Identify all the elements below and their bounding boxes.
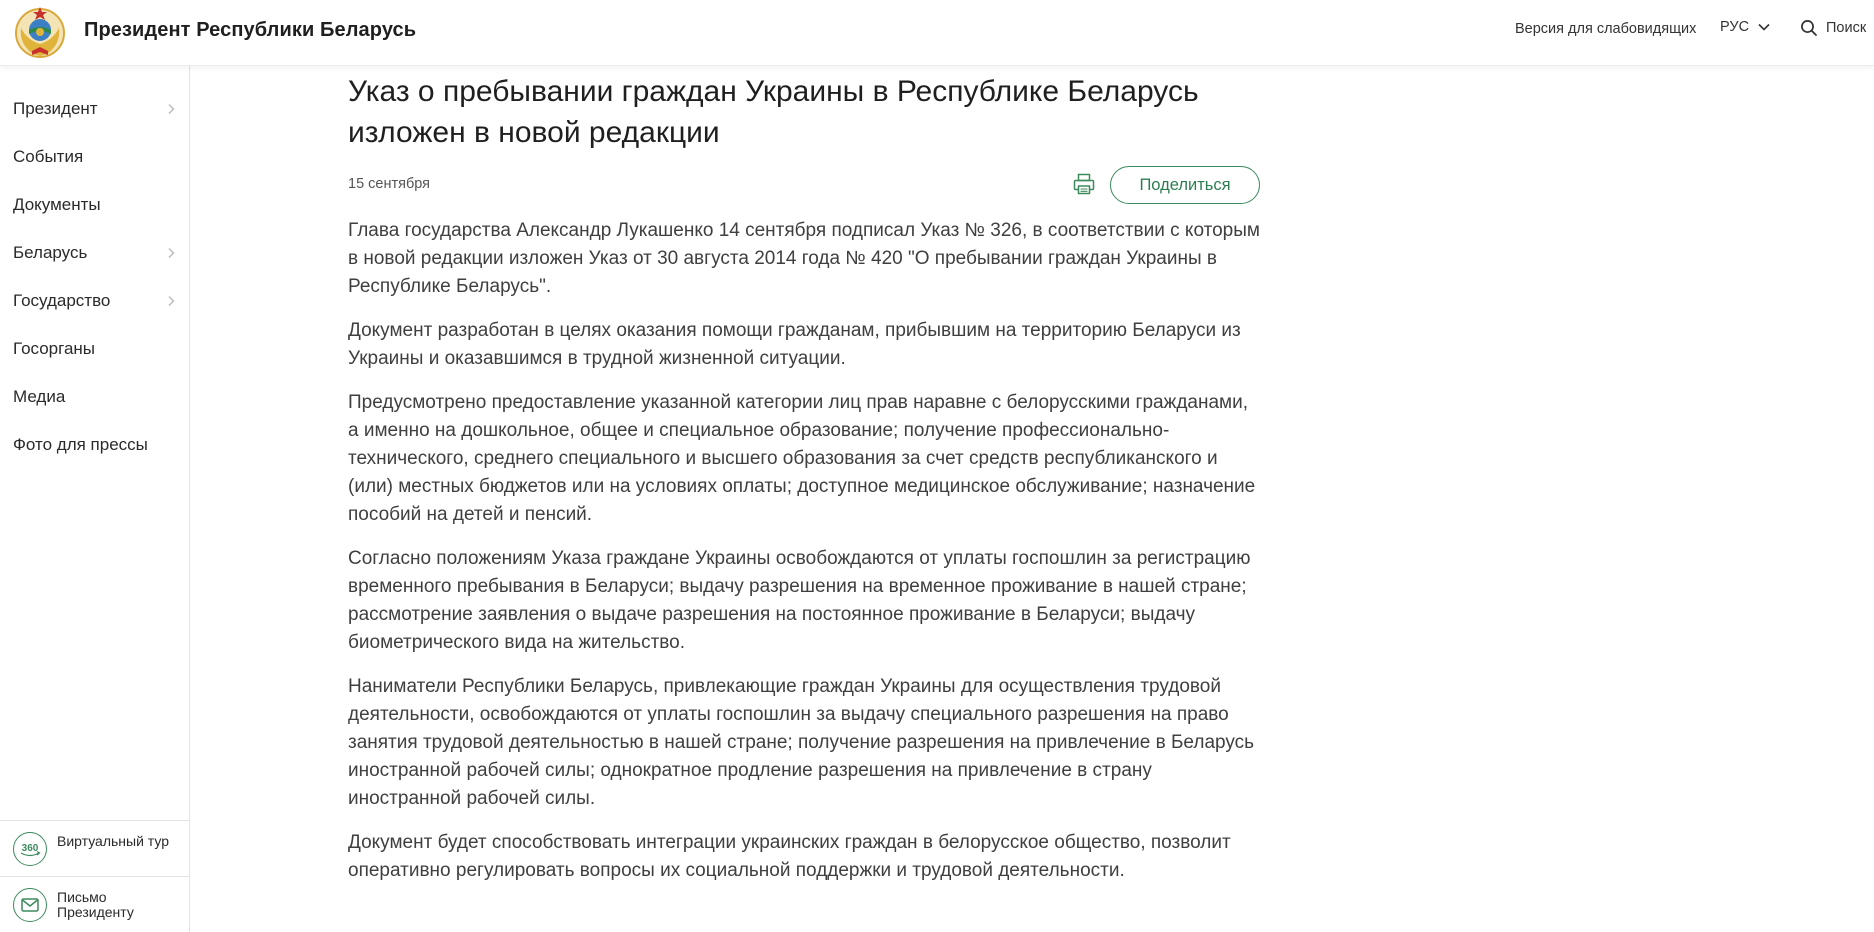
sidebar-item-label: Государство [13,291,111,310]
search-icon [1801,20,1817,36]
letter-to-president-link[interactable]: Письмо Президенту [0,876,190,932]
virtual-tour-label: Виртуальный тур [57,833,169,849]
sidebar-item-label: Беларусь [13,243,88,262]
article-paragraph: Документ разработан в целях оказания пом… [348,320,1241,369]
virtual-tour-link[interactable]: 360 Виртуальный тур [0,820,190,876]
search-label: Поиск [1826,20,1867,36]
sidebar-item-label: Документы [13,195,101,214]
sidebar-item-events[interactable]: События [0,137,190,177]
chevron-right-icon [168,103,175,115]
language-switcher[interactable]: РУС [1720,19,1771,35]
article-paragraph: Документ будет способствовать интеграции… [348,832,1231,881]
belarus-emblem-icon[interactable] [13,4,67,61]
sidebar-item-label: Фото для прессы [13,435,148,454]
chevron-right-icon [168,295,175,307]
article-paragraph: Предусмотрено предоставление указанной к… [348,392,1256,525]
article-paragraph: Наниматели Республики Беларусь, привлека… [348,676,1255,809]
sidebar-item-label: События [13,147,84,166]
svg-text:360: 360 [22,843,39,854]
sidebar-item-label: Госорганы [13,339,96,358]
sidebar-nav: Президент События Документы Беларусь Гос… [0,66,190,932]
sidebar-item-label: Медиа [13,387,66,406]
letter-to-president-label: Письмо Президенту [57,889,134,920]
article-paragraph: Согласно положениям Указа граждане Украи… [348,548,1251,653]
search-button[interactable]: Поиск [1800,19,1866,37]
sidebar-item-state[interactable]: Государство [0,281,190,321]
article-title: Указ о пребывании граждан Украины в Респ… [348,75,1199,149]
share-button[interactable]: Поделиться [1110,166,1260,204]
360-icon: 360 [13,832,47,866]
site-title[interactable]: Президент Республики Беларусь [84,19,416,42]
article-date: 15 сентября [348,176,431,192]
sidebar-item-label: Президент [13,99,98,118]
accessibility-version-link[interactable]: Версия для слабовидящих [1515,21,1696,37]
sidebar-item-gov-agencies[interactable]: Госорганы [0,329,190,369]
envelope-icon [13,888,47,922]
sidebar-item-documents[interactable]: Документы [0,185,190,225]
sidebar-item-president[interactable]: Президент [0,89,190,129]
chevron-down-icon [1758,23,1770,31]
language-label: РУС [1720,19,1750,35]
sidebar-item-press-photos[interactable]: Фото для прессы [0,425,190,465]
chevron-right-icon [168,247,175,259]
site-header: Президент Республики Беларусь Версия для… [0,0,1874,66]
sidebar-item-media[interactable]: Медиа [0,377,190,417]
printer-icon[interactable] [1072,172,1096,196]
article-paragraph: Глава государства Александр Лукашенко 14… [348,220,1260,297]
sidebar-item-belarus[interactable]: Беларусь [0,233,190,273]
